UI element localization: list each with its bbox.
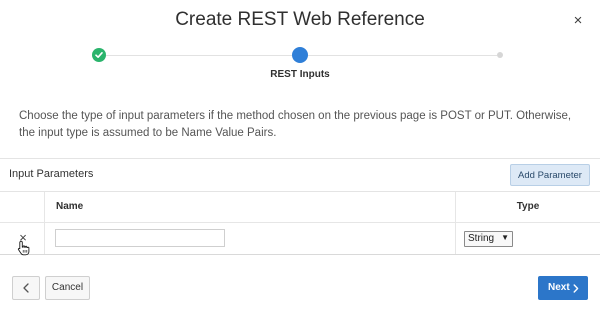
- parameters-grid-header: Name Type: [0, 192, 600, 223]
- parameter-type-value: String: [468, 233, 495, 244]
- wizard-connector: [106, 55, 292, 56]
- chevron-right-icon: [573, 284, 579, 293]
- region-title: Input Parameters: [9, 168, 94, 180]
- wizard-step-label: REST Inputs: [270, 69, 330, 80]
- parameter-name-input[interactable]: [55, 229, 225, 247]
- wizard-step-complete: [92, 48, 106, 62]
- checkmark-icon: [95, 52, 103, 58]
- dropdown-arrow-icon: ▼: [501, 233, 509, 242]
- cancel-button[interactable]: Cancel: [45, 276, 90, 300]
- table-row: × String ▼: [0, 223, 600, 256]
- column-header-name[interactable]: Name: [56, 201, 83, 212]
- wizard-step-upcoming: [497, 52, 503, 58]
- chevron-left-icon: [23, 283, 29, 293]
- next-button-label: Next: [548, 282, 570, 293]
- previous-button[interactable]: [12, 276, 40, 300]
- instructions-text: Choose the type of input parameters if t…: [19, 110, 572, 139]
- column-header-type[interactable]: Type: [456, 201, 600, 212]
- next-button[interactable]: Next: [538, 276, 588, 300]
- add-parameter-button[interactable]: Add Parameter: [510, 164, 590, 186]
- parameter-type-select[interactable]: String ▼: [464, 231, 513, 247]
- wizard-connector: [308, 55, 497, 56]
- dialog-title: Create REST Web Reference: [175, 9, 425, 30]
- close-icon[interactable]: ×: [569, 12, 587, 30]
- create-rest-web-reference-dialog: Create REST Web Reference × REST Inputs …: [0, 0, 600, 313]
- input-parameters-region-header: Input Parameters Add Parameter: [0, 158, 600, 192]
- hand-cursor-icon: [17, 240, 30, 256]
- wizard-step-current: [292, 47, 308, 63]
